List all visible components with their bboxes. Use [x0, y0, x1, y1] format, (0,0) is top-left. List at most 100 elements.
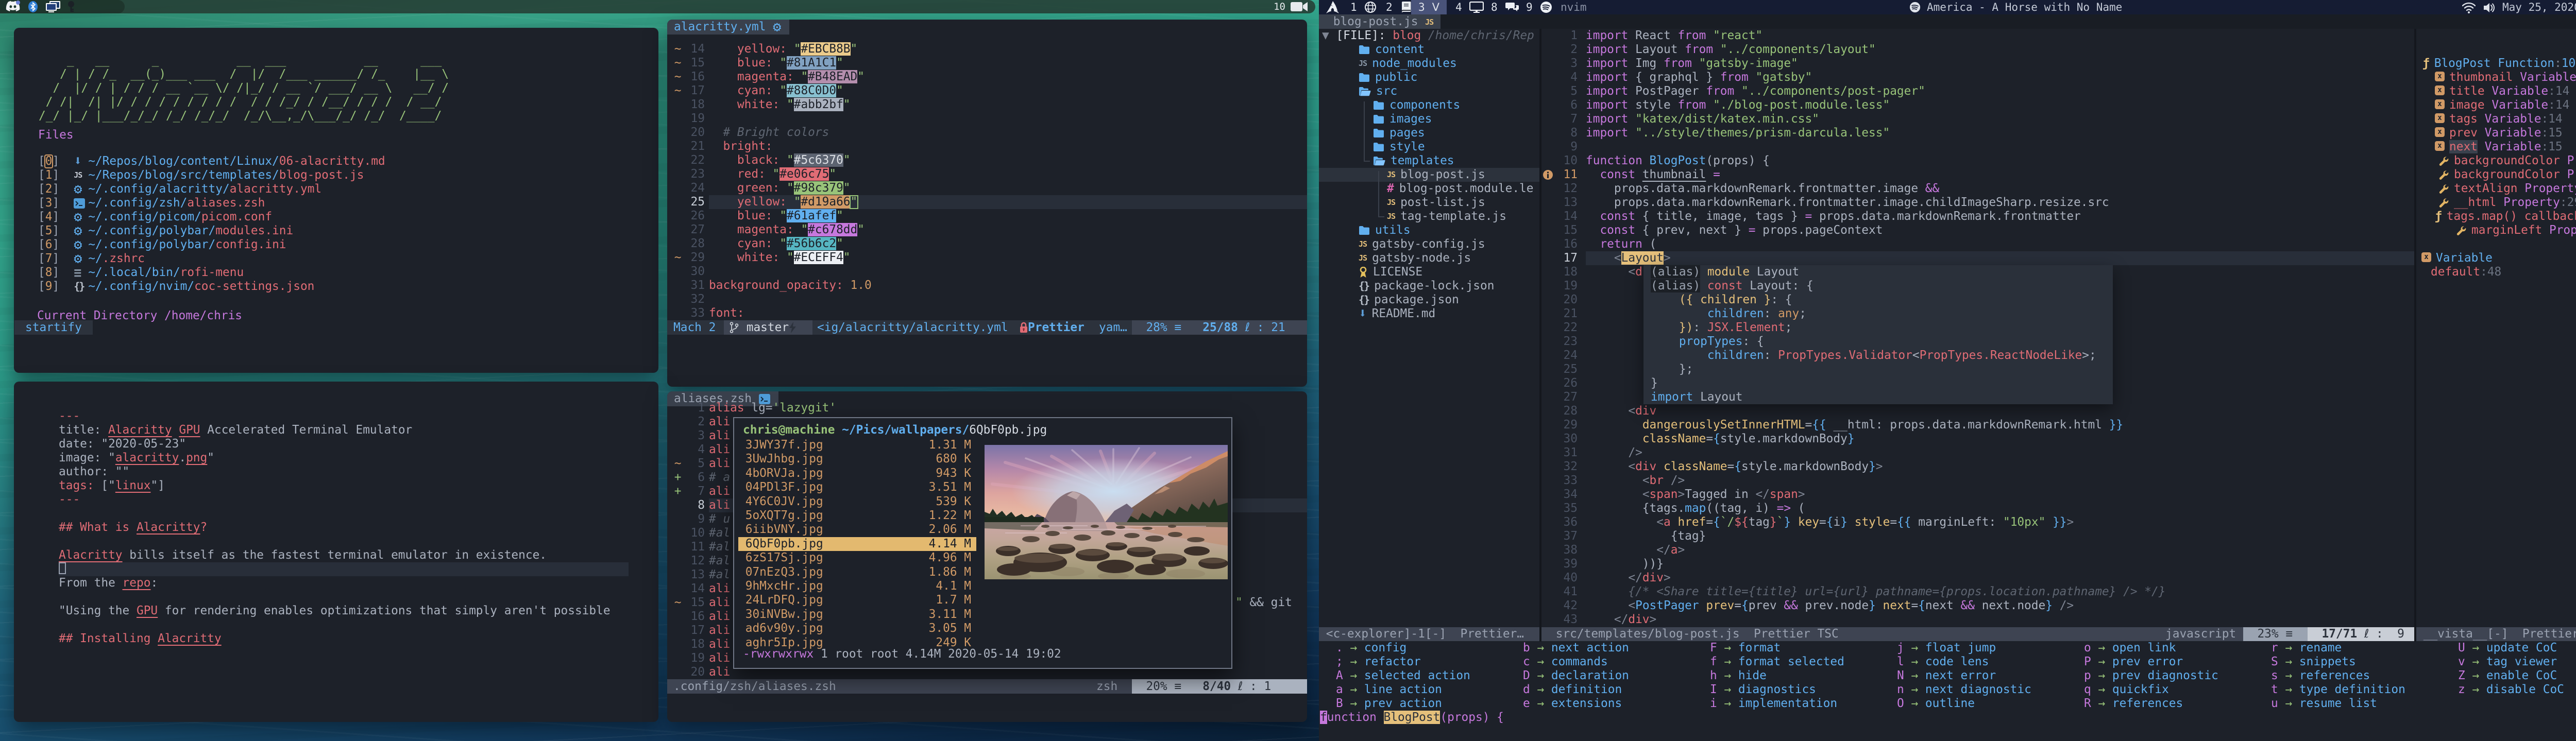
picker-file-row[interactable]: 9hMxcHr.jpg4.1 M [738, 579, 976, 593]
picker-file-row[interactable]: 4bORVJa.jpg943 K [738, 467, 976, 480]
picker-file-row[interactable]: 24LrDFQ.jpg1.7 M [738, 593, 976, 607]
displays-icon[interactable] [45, 0, 61, 14]
nvim-window[interactable]: blog-post.js JS ▼ [FILE]: blog /home/chr… [1319, 14, 2576, 741]
buffer-line[interactable]: 4import { graphql } from "gatsby" [1541, 71, 2414, 84]
explorer-item-components[interactable]: components [1373, 98, 1460, 112]
buffer-line[interactable]: 26 blue: "#61afef" [667, 209, 1307, 223]
buffer-line[interactable]: 19 [667, 112, 1307, 126]
buffer-line[interactable]: 27 magenta: "#c678dd" [667, 223, 1307, 237]
buffer-line[interactable]: 31 /> [1541, 446, 2414, 460]
markdown-line[interactable]: Alacritty bills itself as the fastest te… [59, 548, 629, 562]
buffer-line[interactable]: 21 bright: [667, 140, 1307, 153]
explorer-item-package.json[interactable]: {}package.json [1359, 293, 1459, 307]
explorer-item-tag-template.js[interactable]: JStag-template.js [1387, 210, 1506, 223]
vista-item[interactable]: xtags Variable:14 [2435, 112, 2563, 126]
vista-item[interactable]: xthumbnail Variable:11 [2435, 71, 2576, 84]
explorer-item-style[interactable]: style [1373, 140, 1425, 154]
which-key-binding[interactable]: O → outline [1897, 697, 1975, 711]
buffer-line[interactable]: 41 {/* <Share title={title} url={url} pa… [1541, 585, 2414, 599]
file-picker-float[interactable]: chris@machine ~/Pics/wallpapers/6QbF0pb.… [733, 417, 1232, 669]
vista-item[interactable]: backgroundColor Property:24 [2439, 168, 2576, 182]
vista-item[interactable]: ƒtags.map() callback Function:35 [2435, 210, 2576, 223]
vista-item[interactable]: ƒBlogPost Function:10 [2422, 57, 2575, 71]
which-key-binding[interactable]: R → references [2084, 697, 2183, 711]
buffer-line[interactable]: 29 dangerouslySetInnerHTML={{ __html: pr… [1541, 418, 2414, 432]
which-key-binding[interactable]: . → config [1336, 641, 1406, 655]
which-key-binding[interactable]: P → prev error [2084, 655, 2183, 669]
wifi-icon[interactable] [2462, 1, 2476, 14]
vista-item[interactable]: default:48 [2431, 265, 2501, 279]
picker-file-row[interactable]: 6QbF0pb.jpg4.14 M [738, 537, 976, 551]
markdown-line[interactable]: author: "" [59, 465, 629, 479]
buffer-line[interactable]: 2import Layout from "../components/layou… [1541, 43, 2414, 57]
markdown-line[interactable]: From the repo: [59, 576, 629, 590]
buffer-line[interactable]: 25 yellow: "#d19a66" [667, 195, 1307, 209]
buffer-line[interactable]: 31background_opacity: 1.0 [667, 279, 1307, 292]
explorer-item-public[interactable]: public [1359, 71, 1417, 84]
workspace-4[interactable]: 4 [1455, 0, 1484, 14]
markdown-line[interactable]: date: "2020-05-23" [59, 437, 629, 451]
explorer-item-templates[interactable]: templates [1373, 154, 1454, 168]
buffer-line[interactable]: 9 [1541, 140, 2414, 154]
which-key-binding[interactable]: F → format [1710, 641, 1781, 655]
which-key-binding[interactable]: I → diagnostics [1710, 683, 1816, 697]
markdown-line[interactable]: ## Installing Alacritty [59, 632, 629, 646]
buffer-line[interactable]: 18 white: "#abb2bf" [667, 98, 1307, 112]
bluetooth-icon[interactable] [27, 0, 39, 14]
terminal-alacritty-yml[interactable]: alacritty.yml ⚙ ~14 yellow: "#EBCB8B" ~1… [667, 20, 1307, 387]
buffer-line[interactable]: ~17 cyan: "#88C0D0" [667, 84, 1307, 98]
startify-entry[interactable]: [2]⚙~/.config/alacritty/alacritty.yml [38, 182, 385, 196]
vista-item[interactable]: marginLeft Property:36 [2456, 223, 2576, 237]
picker-file-row[interactable]: 07nEzQ3.jpg1.86 M [738, 565, 976, 579]
buffer-line[interactable]: 1alias lg='lazygit' [667, 401, 1307, 415]
markdown-line[interactable] [59, 507, 629, 521]
markdown-line[interactable]: --- [59, 493, 629, 507]
which-key-binding[interactable]: A → selected action [1336, 669, 1470, 683]
buffer-line[interactable]: 37 {tag} [1541, 529, 2414, 543]
explorer-item-post-list.js[interactable]: JSpost-list.js [1387, 196, 1485, 210]
buffer-line[interactable]: 13 props.data.markdownRemark.frontmatter… [1541, 196, 2414, 210]
startify-entry[interactable]: [4]⚙~/.config/picom/picom.conf [38, 210, 385, 224]
which-key-binding[interactable]: a → line action [1336, 683, 1442, 697]
picker-file-row[interactable]: 3UwJhbg.jpg680 K [738, 452, 976, 466]
discord-icon[interactable] [5, 0, 21, 14]
buffer-line[interactable]: 42 <PostPager prev={prev && prev.node} n… [1541, 599, 2414, 613]
which-key-binding[interactable]: j → float jump [1897, 641, 1996, 655]
buffer-line[interactable]: ~29 white: "#ECEFF4" [667, 251, 1307, 265]
which-key-binding[interactable]: i → implementation [1710, 697, 1837, 711]
buffer-line[interactable]: 38 </a> [1541, 543, 2414, 557]
buffer-line[interactable]: 5import PostPager from "../components/po… [1541, 84, 2414, 98]
buffer-line[interactable]: 32 <div className={style.markdownBody}> [1541, 460, 2414, 474]
buffer-line[interactable]: 39 ))} [1541, 557, 2414, 571]
explorer-item-pages[interactable]: pages [1373, 126, 1425, 140]
markdown-line[interactable]: "Using the GPU for rendering enables opt… [59, 604, 629, 618]
which-key-binding[interactable]: q → quickfix [2084, 683, 2169, 697]
startify-entry[interactable]: [0]⬇~/Repos/blog/content/Linux/06-alacri… [38, 154, 385, 168]
which-key-binding[interactable]: n → next diagnostic [1897, 683, 2031, 697]
buffer-line[interactable]: ~15 blue: "#81A1C1" [667, 56, 1307, 70]
picker-file-row[interactable]: 6zS17Sj.jpg4.96 M [738, 551, 976, 565]
which-key-binding[interactable]: S → snippets [2271, 655, 2356, 669]
which-key-binding[interactable]: u → resume list [2271, 697, 2377, 711]
picker-file-row[interactable]: 04PDl3F.jpg3.51 M [738, 480, 976, 494]
terminal-startify[interactable]: _ __ _ __ ___ __ ___ / | / /_ __(_)___ _… [14, 28, 658, 373]
startify-entry[interactable]: [8]≡~/.local/bin/rofi-menu [38, 266, 385, 280]
which-key-binding[interactable]: z → disable CoC [2458, 683, 2564, 697]
which-key-binding[interactable]: c → commands [1523, 655, 1608, 669]
picker-file-row[interactable]: ad6v90y.jpg3.05 M [738, 622, 976, 635]
markdown-line[interactable]: ## What is Alacritty? [59, 521, 629, 535]
which-key-binding[interactable]: s → references [2271, 669, 2370, 683]
buffer-line[interactable]: 14 const { title, image, tags } = props.… [1541, 210, 2414, 223]
now-playing[interactable]: America - A Horse with No Name [1909, 0, 2122, 14]
buffer-line[interactable]: 33font: [667, 306, 1307, 320]
explorer-item-src[interactable]: src [1359, 84, 1397, 98]
picker-file-row[interactable]: 6iibVNY.jpg2.06 M [738, 523, 976, 537]
markdown-line[interactable]: image: "alacritty.png" [59, 451, 629, 465]
vista-item[interactable]: ximage Variable:14 [2435, 98, 2569, 112]
vista-outline-panel[interactable]: ƒBlogPost Function:10xthumbnail Variable… [2416, 29, 2576, 642]
buffer-line[interactable]: 16 return ( [1541, 237, 2414, 251]
explorer-item-utils[interactable]: utils [1359, 223, 1411, 237]
buffer-line[interactable]: 36 <a href={`/${tag}`} key={i} style={{ … [1541, 515, 2414, 529]
which-key-binding[interactable]: h → hide [1710, 669, 1767, 683]
which-key-binding[interactable]: U → update CoC [2458, 641, 2557, 655]
